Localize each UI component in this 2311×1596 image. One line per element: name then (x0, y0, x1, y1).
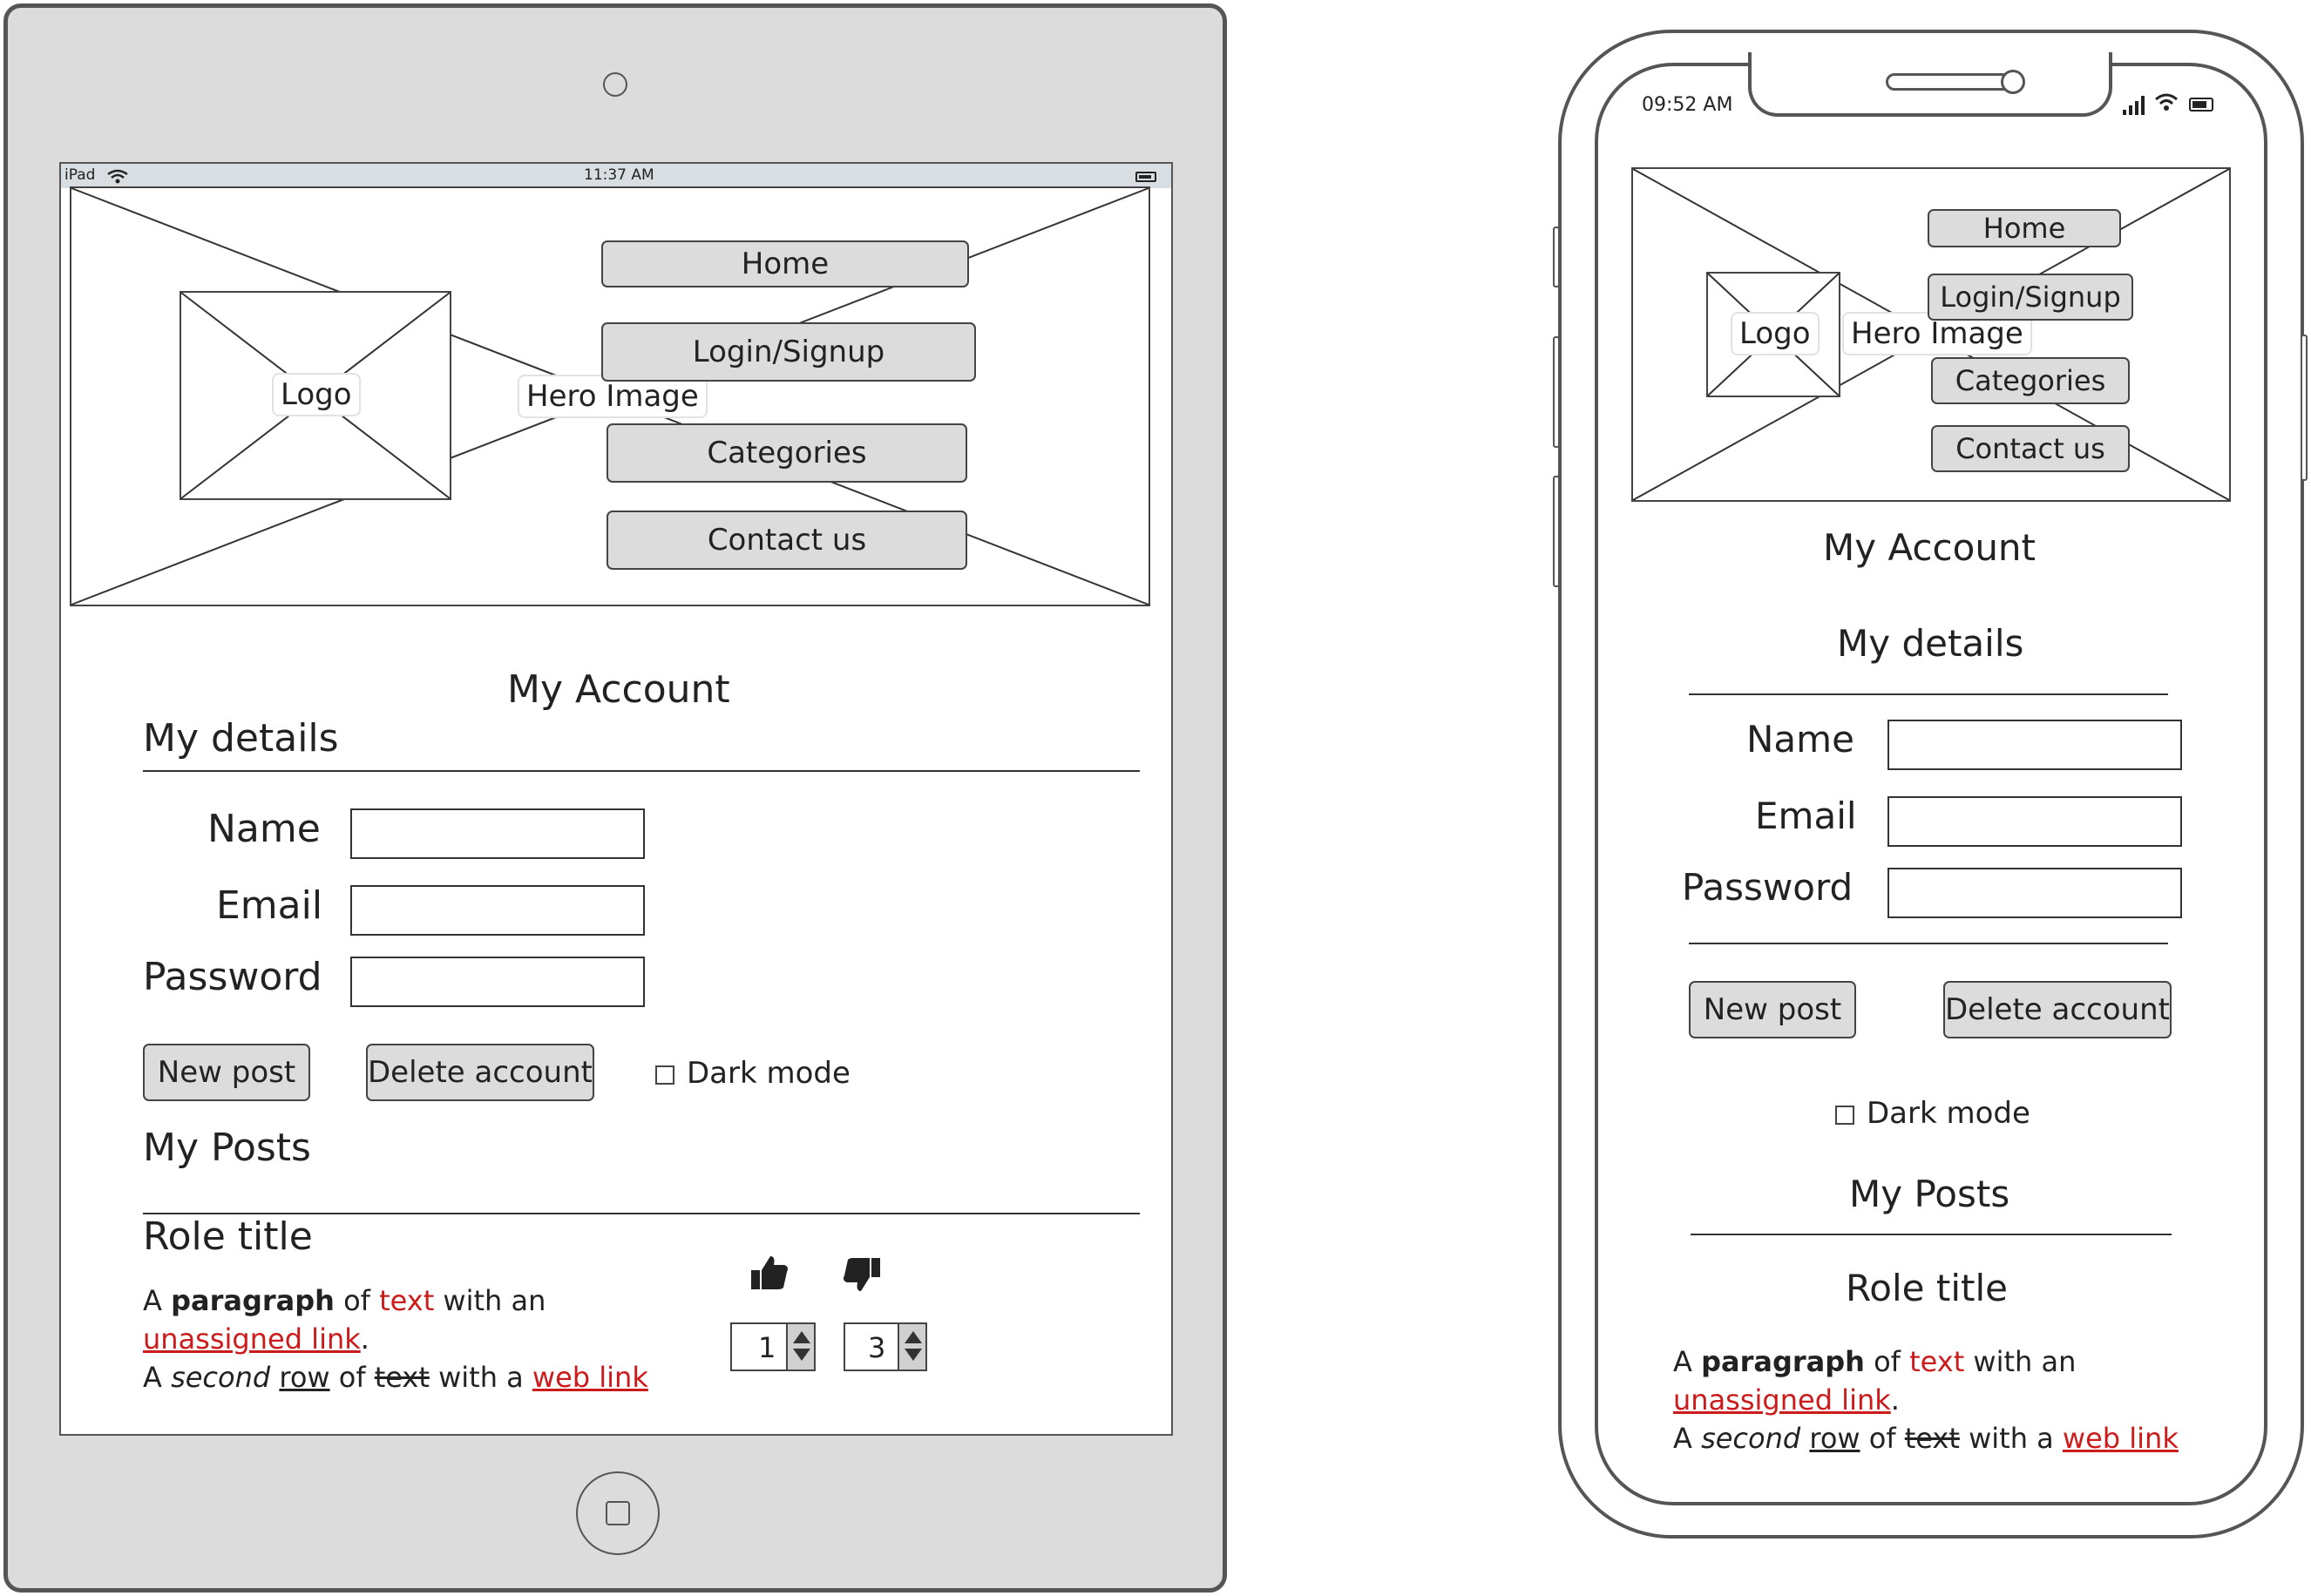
web-link[interactable]: web link (532, 1361, 648, 1394)
phone-post-paragraph-line-1: A paragraph of text with an (1673, 1345, 2077, 1378)
phone-nav-login-signup-button[interactable]: Login/Signup (1928, 274, 2133, 321)
camera-icon (603, 72, 627, 97)
phone-logo-label: Logo (1731, 312, 1820, 355)
device-label: iPad (64, 166, 96, 184)
thumbs-down-icon[interactable] (842, 1254, 882, 1295)
email-field[interactable] (350, 885, 645, 936)
post-title: Role title (143, 1214, 313, 1259)
my-posts-heading: My Posts (143, 1126, 311, 1170)
phone-email-label: Email (1755, 795, 1857, 837)
dark-mode-toggle[interactable]: Dark mode (655, 1056, 851, 1091)
phone-name-field[interactable] (1887, 720, 2182, 770)
phone-nav-home-button[interactable]: Home (1928, 209, 2121, 247)
nav-contact-us-button[interactable]: Contact us (607, 511, 967, 570)
post-paragraph-line-3: A second row of text with a web link (143, 1361, 648, 1394)
downvote-stepper[interactable]: 3 (844, 1322, 927, 1371)
new-post-button[interactable]: New post (143, 1044, 310, 1101)
post-paragraph-line-1: A paragraph of text with an (143, 1284, 546, 1317)
phone-unassigned-link[interactable]: unassigned link (1673, 1383, 1891, 1417)
phone-status-time: 09:52 AM (1642, 94, 1733, 116)
unassigned-link[interactable]: unassigned link (143, 1322, 361, 1356)
phone-page-title: My Account (1823, 526, 2037, 569)
my-details-heading: My details (143, 716, 339, 761)
logo-label: Logo (272, 373, 361, 416)
name-label: Name (207, 807, 321, 851)
name-field[interactable] (350, 808, 645, 859)
phone-my-posts-heading: My Posts (1849, 1173, 2010, 1215)
phone-details-divider (1689, 693, 2168, 695)
phone-delete-account-button[interactable]: Delete account (1943, 981, 2172, 1038)
signal-icon (2123, 96, 2145, 115)
stepper-arrows[interactable] (786, 1324, 814, 1369)
phone-form-divider (1689, 943, 2168, 944)
phone-dark-mode-label: Dark mode (1867, 1096, 2030, 1131)
phone-post-paragraph-line-3: A second row of text with a web link (1673, 1422, 2179, 1455)
phone-name-label: Name (1746, 718, 1854, 761)
password-label: Password (143, 955, 322, 999)
phone-post-paragraph-line-2: unassigned link. (1673, 1383, 1900, 1417)
camera-icon (2001, 70, 2025, 94)
phone-password-label: Password (1682, 866, 1854, 909)
home-button-icon[interactable] (576, 1471, 660, 1555)
phone-side-button (1553, 476, 1560, 587)
wifi-icon (2155, 93, 2178, 111)
nav-login-signup-button[interactable]: Login/Signup (601, 322, 976, 382)
battery-icon (2189, 98, 2213, 112)
phone-password-field[interactable] (1887, 868, 2182, 918)
battery-icon (1135, 172, 1156, 182)
phone-dark-mode-checkbox[interactable] (1835, 1105, 1854, 1125)
thumbs-up-icon[interactable] (749, 1253, 790, 1293)
email-label: Email (216, 883, 323, 928)
phone-my-details-heading: My details (1837, 622, 2024, 665)
phone-side-button (2301, 335, 2308, 481)
status-time: 11:37 AM (584, 166, 654, 184)
dark-mode-label: Dark mode (687, 1056, 851, 1091)
phone-post-title: Role title (1846, 1267, 2008, 1309)
nav-categories-button[interactable]: Categories (607, 423, 967, 483)
phone-posts-divider (1691, 1234, 2172, 1235)
phone-side-button (1553, 336, 1560, 448)
dark-mode-checkbox[interactable] (655, 1065, 674, 1085)
phone-side-button (1553, 227, 1560, 287)
status-bar: iPad 11:37 AM (61, 164, 1171, 188)
wifi-icon (107, 169, 128, 184)
page-title: My Account (507, 667, 730, 712)
password-field[interactable] (350, 957, 645, 1007)
phone-dark-mode-toggle[interactable]: Dark mode (1835, 1096, 2030, 1131)
stepper-arrows[interactable] (898, 1324, 925, 1369)
speaker-grill (1886, 73, 2015, 91)
upvote-stepper[interactable]: 1 (730, 1322, 816, 1371)
phone-email-field[interactable] (1887, 796, 2182, 847)
phone-nav-categories-button[interactable]: Categories (1931, 357, 2130, 404)
delete-account-button[interactable]: Delete account (366, 1044, 594, 1101)
phone-web-link[interactable]: web link (2063, 1422, 2179, 1455)
phone-new-post-button[interactable]: New post (1689, 981, 1856, 1038)
post-paragraph-line-2: unassigned link. (143, 1322, 369, 1356)
details-divider (143, 770, 1140, 772)
phone-nav-contact-us-button[interactable]: Contact us (1931, 425, 2130, 472)
nav-home-button[interactable]: Home (601, 240, 969, 287)
